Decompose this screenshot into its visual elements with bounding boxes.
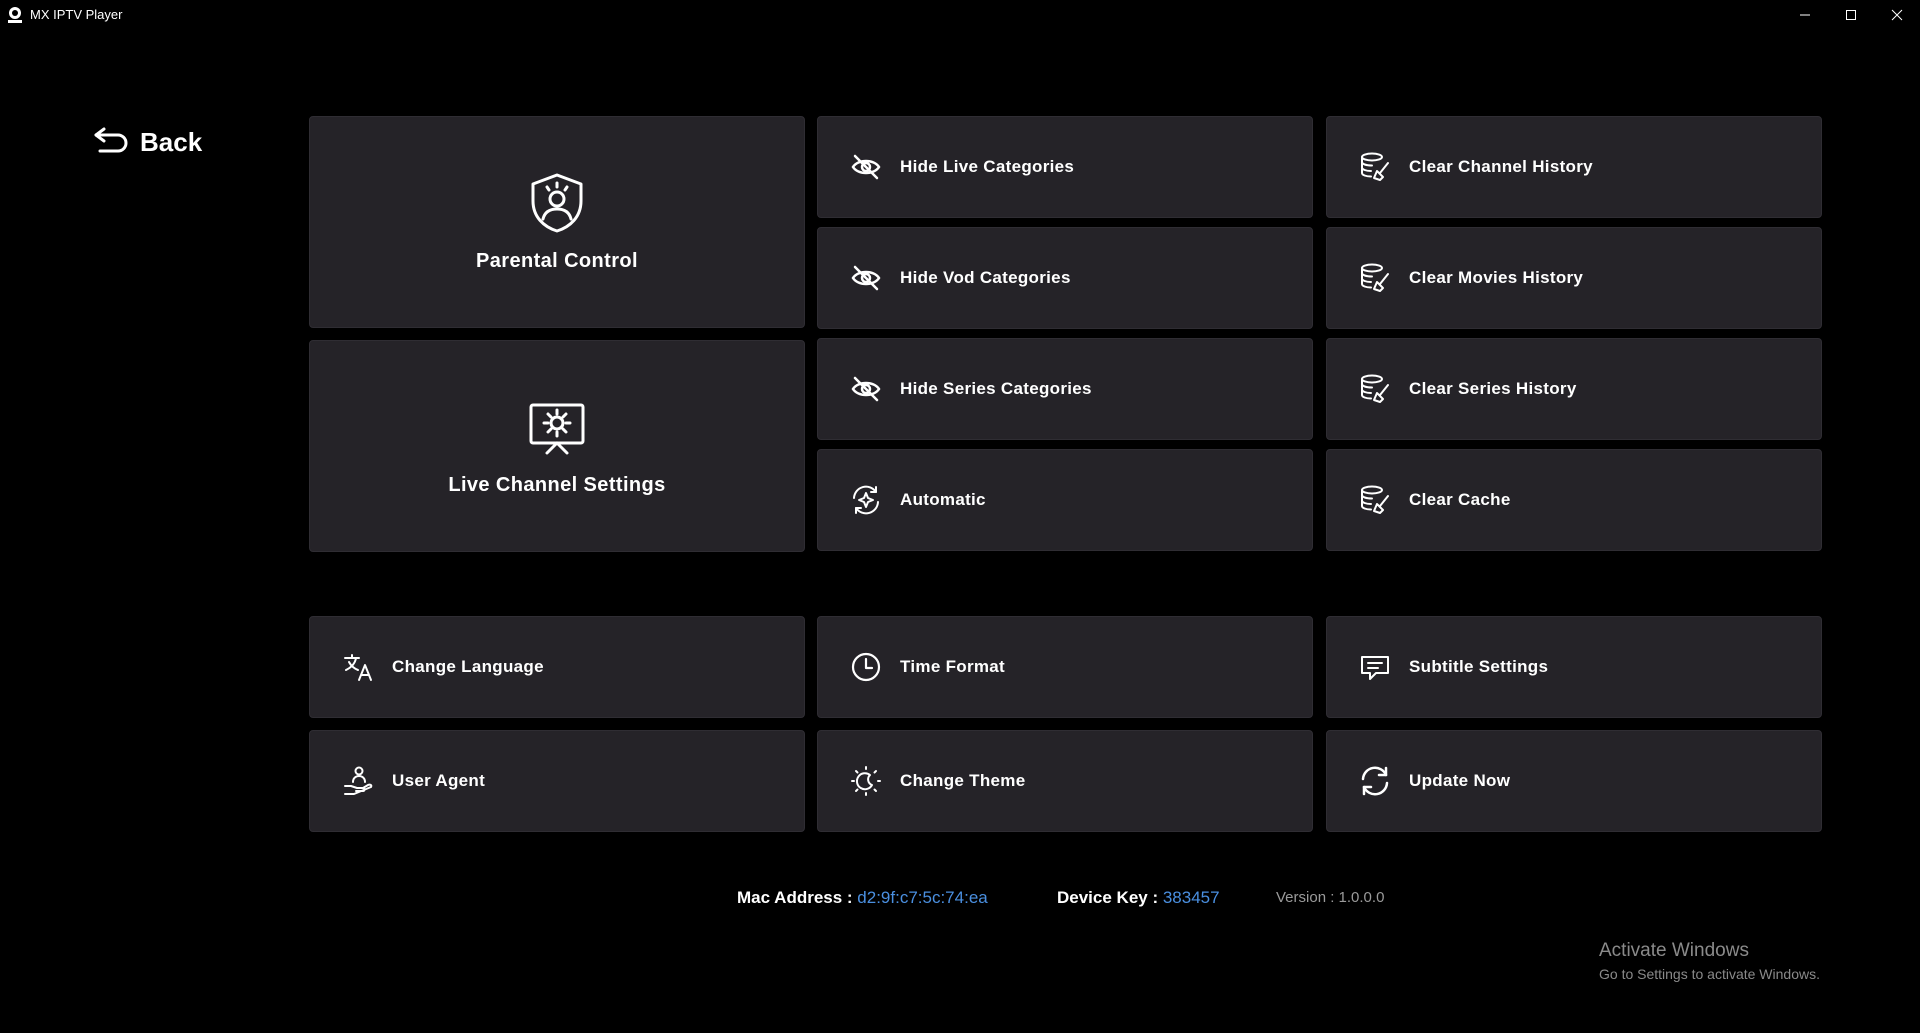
hide-vod-categories-tile[interactable]: Hide Vod Categories bbox=[817, 227, 1313, 329]
translate-icon bbox=[342, 651, 374, 683]
update-now-tile[interactable]: Update Now bbox=[1326, 730, 1822, 832]
activate-windows-watermark: Activate Windows Go to Settings to activ… bbox=[1599, 940, 1820, 982]
back-label: Back bbox=[140, 126, 203, 157]
automatic-tile[interactable]: Automatic bbox=[817, 449, 1313, 551]
window-title: MX IPTV Player bbox=[30, 7, 123, 22]
live-channel-settings-tile[interactable]: Live Channel Settings bbox=[309, 340, 805, 552]
time-format-label: Time Format bbox=[900, 657, 1006, 676]
device-key-value: 383457 bbox=[1162, 888, 1220, 907]
watermark-subtitle: Go to Settings to activate Windows. bbox=[1599, 966, 1820, 982]
device-key-label: Device Key : bbox=[1057, 888, 1163, 907]
hide-live-categories-label: Hide Live Categories bbox=[900, 157, 1075, 176]
clear-movies-history-label: Clear Movies History bbox=[1409, 268, 1584, 287]
parental-control-tile[interactable]: Parental Control bbox=[309, 116, 805, 328]
database-broom-icon bbox=[1359, 262, 1391, 294]
eye-off-icon bbox=[850, 262, 882, 294]
change-theme-tile[interactable]: Change Theme bbox=[817, 730, 1313, 832]
database-broom-icon bbox=[1359, 484, 1391, 516]
clear-cache-label: Clear Cache bbox=[1409, 490, 1511, 509]
database-broom-icon bbox=[1359, 151, 1391, 183]
change-language-tile[interactable]: Change Language bbox=[309, 616, 805, 718]
clear-channel-history-label: Clear Channel History bbox=[1409, 157, 1593, 176]
update-now-label: Update Now bbox=[1409, 771, 1511, 790]
minimize-icon bbox=[1800, 14, 1810, 16]
hide-series-categories-label: Hide Series Categories bbox=[900, 379, 1092, 398]
title-bar: MX IPTV Player bbox=[0, 0, 1920, 30]
time-format-tile[interactable]: Time Format bbox=[817, 616, 1313, 718]
change-language-label: Change Language bbox=[392, 657, 544, 676]
user-agent-tile[interactable]: User Agent bbox=[309, 730, 805, 832]
message-icon bbox=[1359, 651, 1391, 683]
close-icon bbox=[1891, 9, 1903, 21]
maximize-button[interactable] bbox=[1828, 0, 1874, 30]
eye-off-icon bbox=[850, 373, 882, 405]
hide-series-categories-tile[interactable]: Hide Series Categories bbox=[817, 338, 1313, 440]
database-broom-icon bbox=[1359, 373, 1391, 405]
close-button[interactable] bbox=[1874, 0, 1920, 30]
clear-cache-tile[interactable]: Clear Cache bbox=[1326, 449, 1822, 551]
clear-channel-history-tile[interactable]: Clear Channel History bbox=[1326, 116, 1822, 218]
back-button[interactable]: Back bbox=[92, 122, 202, 162]
monitor-gear-icon bbox=[525, 395, 589, 464]
user-agent-label: User Agent bbox=[392, 771, 486, 790]
automatic-label: Automatic bbox=[900, 490, 986, 509]
clock-icon bbox=[850, 651, 882, 683]
hide-vod-categories-label: Hide Vod Categories bbox=[900, 268, 1071, 287]
back-arrow-icon bbox=[94, 127, 128, 153]
mac-address: Mac Address : d2:9f:c7:5c:74:ea bbox=[737, 888, 988, 908]
device-key: Device Key : 383457 bbox=[1057, 888, 1220, 908]
subtitle-settings-tile[interactable]: Subtitle Settings bbox=[1326, 616, 1822, 718]
moon-sun-icon bbox=[850, 765, 882, 797]
subtitle-settings-label: Subtitle Settings bbox=[1409, 657, 1549, 676]
sparkle-refresh-icon bbox=[850, 484, 882, 516]
shield-icon bbox=[525, 171, 589, 240]
eye-off-icon bbox=[850, 151, 882, 183]
clear-series-history-tile[interactable]: Clear Series History bbox=[1326, 338, 1822, 440]
maximize-icon bbox=[1846, 10, 1856, 20]
refresh-icon bbox=[1359, 765, 1391, 797]
app-logo-icon bbox=[8, 7, 22, 23]
clear-series-history-label: Clear Series History bbox=[1409, 379, 1577, 398]
mac-address-value: d2:9f:c7:5c:74:ea bbox=[857, 888, 988, 907]
device-info-footer: Mac Address : d2:9f:c7:5c:74:ea Device K… bbox=[0, 888, 1920, 912]
watermark-title: Activate Windows bbox=[1599, 940, 1749, 961]
live-channel-settings-label: Live Channel Settings bbox=[448, 474, 666, 496]
user-hand-icon bbox=[342, 765, 374, 797]
mac-address-label: Mac Address : bbox=[737, 888, 858, 907]
version-label: Version : 1.0.0.0 bbox=[1276, 889, 1385, 906]
hide-live-categories-tile[interactable]: Hide Live Categories bbox=[817, 116, 1313, 218]
clear-movies-history-tile[interactable]: Clear Movies History bbox=[1326, 227, 1822, 329]
parental-control-label: Parental Control bbox=[476, 250, 638, 272]
minimize-button[interactable] bbox=[1782, 0, 1828, 30]
change-theme-label: Change Theme bbox=[900, 771, 1026, 790]
